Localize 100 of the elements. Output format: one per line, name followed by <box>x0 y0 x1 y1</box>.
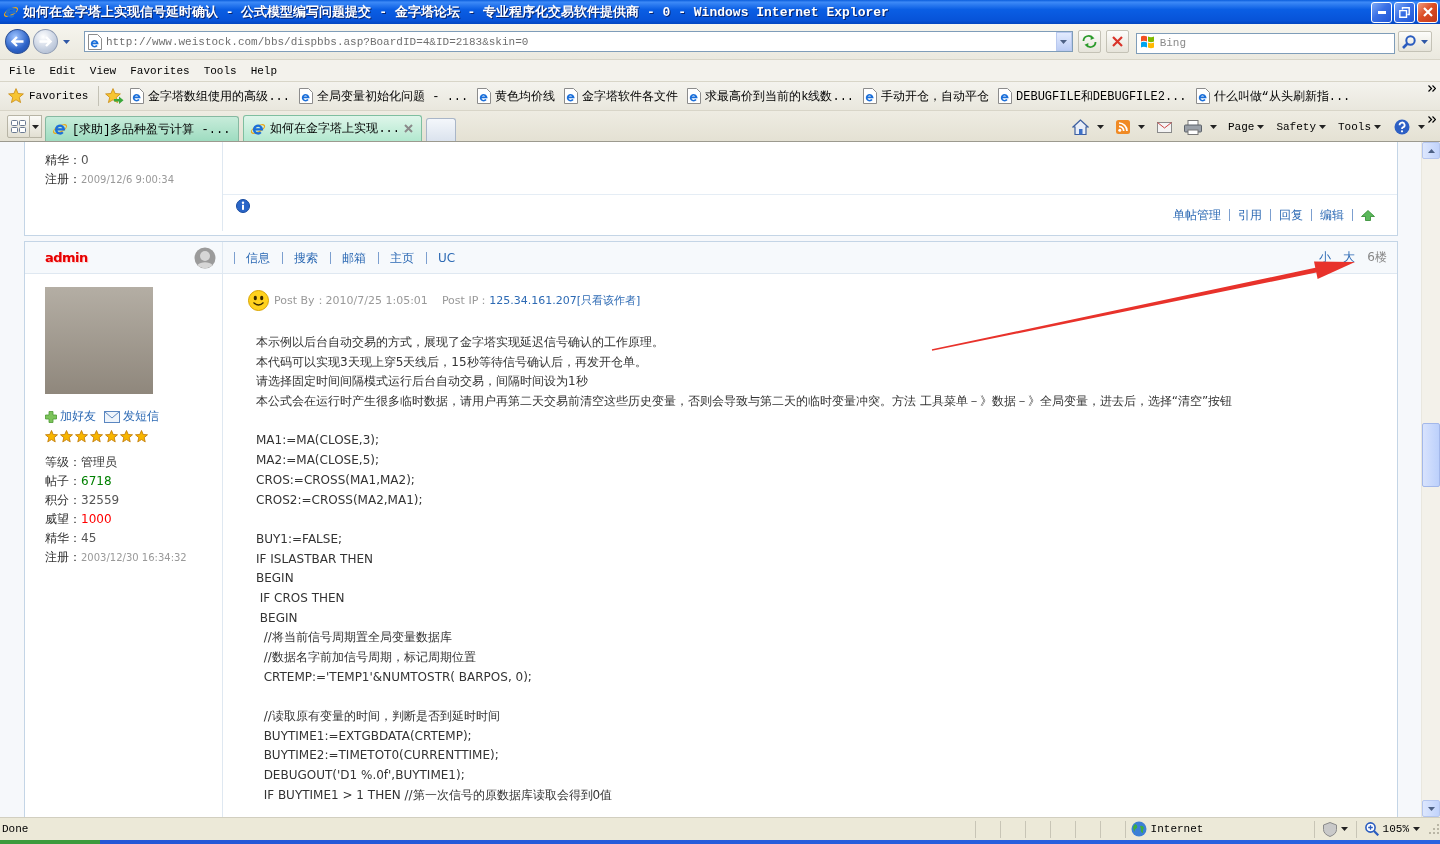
stat-value: 2003/12/30 16:34:32 <box>81 551 187 565</box>
info-icon <box>236 199 250 213</box>
stat-value: 管理员 <box>81 454 117 471</box>
scroll-up-button[interactable] <box>1422 142 1440 159</box>
star-icon <box>8 88 24 104</box>
search-field[interactable]: Bing <box>1135 32 1396 54</box>
stat-value: 2009/12/6 9:00:34 <box>81 173 174 187</box>
stat-label: 等级： <box>45 454 81 471</box>
zoom-button[interactable]: 105% <box>1355 820 1428 838</box>
caret-icon <box>1096 125 1104 129</box>
scroll-down-button[interactable] <box>1422 800 1440 817</box>
stat-label: 注册： <box>45 549 81 566</box>
floor-number: 6楼 <box>1367 249 1387 266</box>
favorite-link[interactable]: 金字塔数组使用的高级... <box>130 87 291 105</box>
stat-value: 32559 <box>81 492 120 509</box>
minimize-button[interactable] <box>1371 1 1392 23</box>
more-favorites-button[interactable] <box>1428 85 1436 92</box>
text-size-link[interactable]: 大 <box>1343 249 1356 266</box>
menu-item[interactable]: Tools <box>196 61 244 80</box>
post-line: //数据名字前加信号周期，标记周期位置 <box>262 649 476 666</box>
status-text: Done <box>1 823 30 835</box>
post-line: CRTEMP:='TEMP1'&NUMTOSTR( BARPOS, 0); <box>262 668 532 686</box>
browser-tab[interactable]: 如何在金字塔上实现... <box>243 115 423 141</box>
left-arrow-icon <box>10 36 24 47</box>
stat-value: 1000 <box>81 511 112 528</box>
chevron-icon <box>1428 116 1436 123</box>
address-dropdown-button[interactable] <box>1055 32 1072 51</box>
text-size-link[interactable]: 小 <box>1319 249 1332 266</box>
rank-star-icon <box>75 430 88 443</box>
user-menu-link[interactable]: 邮箱 <box>330 251 366 264</box>
more-commands-button[interactable] <box>1428 116 1436 123</box>
favorite-link[interactable]: 黄色均价线 <box>477 87 556 105</box>
page-icon <box>687 88 702 104</box>
post-line: BEGIN <box>256 570 294 588</box>
restore-button[interactable] <box>1394 1 1415 23</box>
page-icon <box>130 88 145 104</box>
favorite-link[interactable]: 金字塔软件各文件 <box>564 87 679 105</box>
close-button[interactable] <box>1417 1 1438 23</box>
stat-value: 45 <box>81 530 97 547</box>
post-line: BUYTIME1:=EXTGBDATA(CRTEMP); <box>262 727 472 745</box>
post-line: MA2:=MA(CLOSE,5); <box>256 452 379 470</box>
caret-icon <box>1257 125 1265 129</box>
menu-item[interactable]: Help <box>243 61 285 80</box>
post-action-link[interactable]: 单帖管理 <box>1173 209 1230 221</box>
back-button[interactable] <box>5 29 30 54</box>
grid-icon <box>11 120 26 133</box>
page-icon <box>299 88 314 104</box>
favorite-link[interactable]: 全局变量初始化问题 - ... <box>299 87 469 105</box>
ip-address-link[interactable]: 125.34.161.207 <box>489 294 577 307</box>
add-favorite-icon <box>105 88 125 104</box>
post-action-link[interactable]: 引用 <box>1238 209 1271 221</box>
post-time: Post By：2010/7/25 1:05:01 <box>274 293 428 308</box>
quick-tabs-button[interactable] <box>7 115 30 138</box>
rank-star-icon <box>120 430 133 443</box>
search-button[interactable] <box>1398 31 1432 52</box>
envelope-icon <box>104 410 120 423</box>
add-friend-link[interactable]: 加好友 <box>45 408 96 425</box>
search-icon <box>1402 34 1417 49</box>
command-menu[interactable]: Page <box>1223 116 1269 138</box>
user-menu-link[interactable]: 搜索 <box>282 251 318 264</box>
post-action-link[interactable]: 编辑 <box>1320 209 1353 221</box>
stat-label: 精华： <box>45 152 81 169</box>
command-menu[interactable]: Safety <box>1272 116 1330 138</box>
rank-star-icon <box>60 430 73 443</box>
scroll-thumb[interactable] <box>1422 423 1440 487</box>
favorite-link[interactable]: DEBUGFILE和DEBUGFILE2... <box>998 87 1187 105</box>
stat-value: 0 <box>81 152 89 169</box>
tab-list-button[interactable] <box>30 115 42 138</box>
stat-label: 精华： <box>45 530 81 547</box>
menu-item[interactable]: Favorites <box>123 61 197 80</box>
post-line: CROS2:=CROSS(MA2,MA1); <box>256 491 423 509</box>
close-icon[interactable] <box>404 124 414 133</box>
address-field[interactable]: http://www.weistock.com/bbs/dispbbs.asp?BoardID=4&ID=2183&skin=0 <box>83 31 1073 52</box>
favorite-link[interactable]: 手动开仓，自动平仓 <box>863 87 990 105</box>
menu-item[interactable]: Edit <box>42 61 83 80</box>
favorite-link[interactable]: 求最高价到当前的k线数... <box>687 87 855 105</box>
close-icon <box>1422 7 1433 17</box>
menu-item[interactable]: File <box>2 61 43 80</box>
page-icon <box>1195 88 1210 104</box>
post-line: BEGIN <box>258 609 298 627</box>
refresh-button[interactable] <box>1077 30 1101 53</box>
stop-button[interactable] <box>1105 30 1129 53</box>
user-menu-link[interactable]: 信息 <box>234 251 270 264</box>
message-link[interactable]: 发短信 <box>104 408 159 425</box>
minimize-icon <box>1377 10 1386 14</box>
e-logo-icon <box>52 121 68 137</box>
user-menu-link[interactable]: UC <box>426 251 456 264</box>
menu-item[interactable]: View <box>82 61 124 80</box>
post-action-link[interactable]: 回复 <box>1279 209 1312 221</box>
browser-tab[interactable]: [求助]多品种盈亏计算 -... <box>45 116 240 141</box>
user-menu-link[interactable]: 主页 <box>378 251 414 264</box>
favorite-link[interactable]: 什么叫做“从头刷新指... <box>1195 87 1351 105</box>
caret-icon <box>1137 125 1145 129</box>
command-menu[interactable]: Tools <box>1334 116 1385 138</box>
post-line: BUYTIME2:=TIMETOT0(CURRENTTIME); <box>262 747 499 765</box>
favorites-button[interactable]: Favorites <box>6 88 91 104</box>
rank-star-icon <box>135 430 148 443</box>
author-only-link[interactable]: [只看该作者] <box>576 293 641 308</box>
up-arrow-icon[interactable] <box>1361 209 1375 221</box>
rank-star-icon <box>45 430 58 443</box>
